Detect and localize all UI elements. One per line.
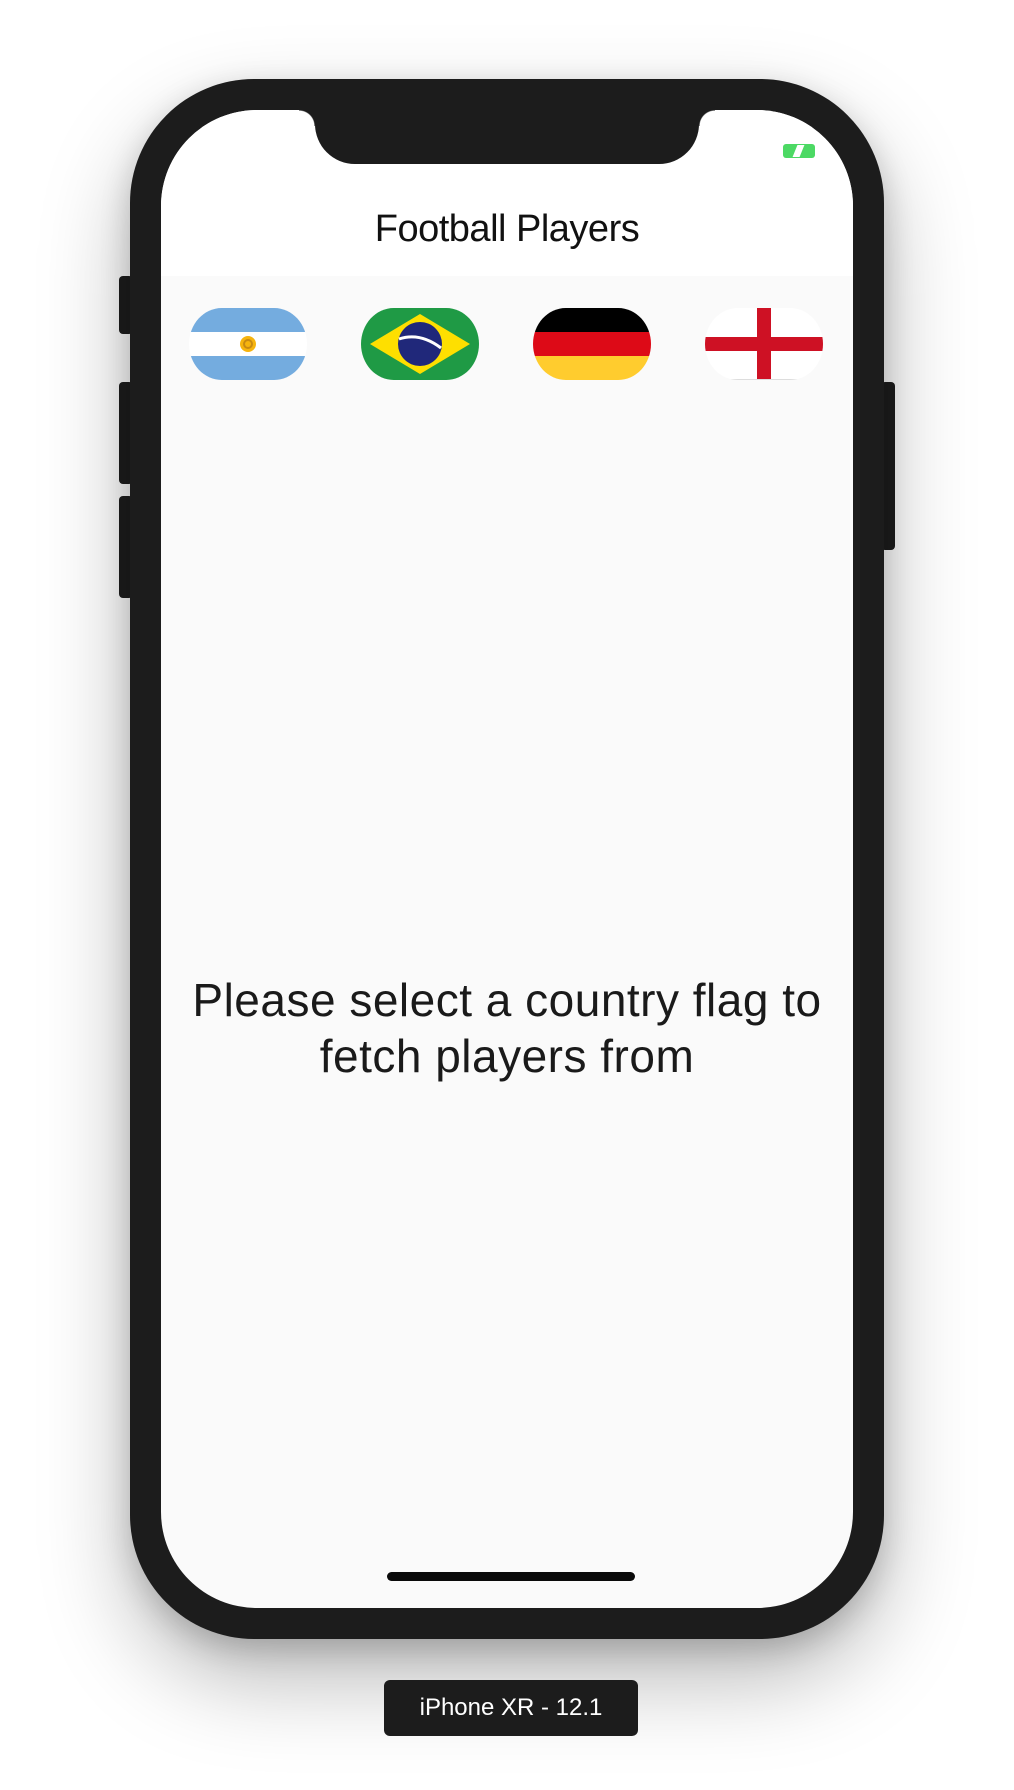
england-flag-icon[interactable]	[705, 308, 823, 380]
battery-charging-icon	[783, 144, 815, 158]
charging-bolt-icon	[792, 145, 805, 157]
simulator-stage: Football Players Please select a country…	[0, 0, 1014, 1790]
argentina-flag-icon[interactable]	[189, 308, 307, 380]
home-indicator[interactable]	[387, 1572, 635, 1581]
simulator-device-label: iPhone XR - 12.1	[384, 1680, 638, 1736]
country-flag-selector	[161, 308, 853, 380]
germany-flag-icon[interactable]	[533, 308, 651, 380]
notch	[299, 110, 715, 164]
brazil-flag-icon[interactable]	[361, 308, 479, 380]
empty-state-message: Please select a country flag to fetch pl…	[192, 974, 822, 1082]
device-frame: Football Players Please select a country…	[130, 79, 884, 1639]
device-screen: Football Players Please select a country…	[161, 110, 853, 1608]
page-title: Football Players	[374, 208, 640, 250]
